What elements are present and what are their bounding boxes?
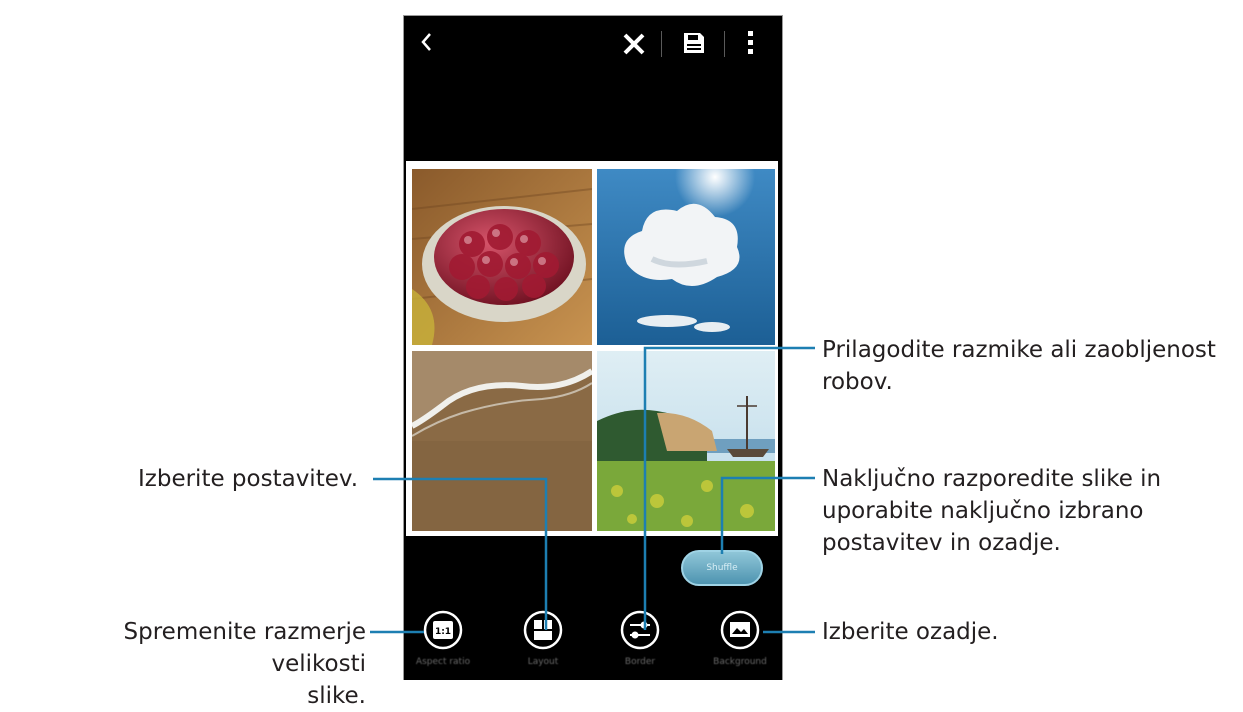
border-button[interactable]: [619, 609, 661, 651]
cloud-sky-photo[interactable]: [597, 169, 775, 345]
callout-border-line1: Prilagodite razmike ali zaobljenost: [822, 337, 1216, 363]
chevron-left-icon[interactable]: [417, 29, 435, 55]
tool-label-aspect-ratio: Aspect ratio: [415, 657, 471, 667]
coast-ship-photo[interactable]: [597, 351, 775, 531]
callout-shuffle-line3: postavitev in ozadje.: [822, 530, 1061, 556]
callout-shuffle-line2: uporabite naključno izbrano: [822, 498, 1144, 524]
tool-label-border: Border: [624, 657, 656, 667]
callout-background: Izberite ozadje.: [822, 619, 999, 645]
callout-border: Prilagodite razmike ali zaobljenost robo…: [822, 334, 1216, 398]
callout-shuffle: Naključno razporedite slike in uporabite…: [822, 463, 1161, 559]
strawberry-tart-photo[interactable]: [412, 169, 592, 345]
toolbar-divider: [724, 31, 725, 57]
layout-button[interactable]: [522, 609, 564, 651]
border-adjust-icon: [620, 610, 660, 650]
aspect-ratio-icon: 1:1: [423, 610, 463, 650]
layout-icon: [523, 610, 563, 650]
aspect-ratio-button[interactable]: 1:1: [422, 609, 464, 651]
callout-layout: Izberite postavitev.: [138, 466, 359, 492]
callout-aspect-ratio: Spremenite razmerje velikosti slike.: [36, 616, 366, 712]
background-icon: [720, 610, 760, 650]
background-button[interactable]: [719, 609, 761, 651]
beach-wave-photo[interactable]: [412, 351, 592, 531]
toolbar-divider: [661, 31, 662, 57]
svg-text:1:1: 1:1: [435, 627, 451, 637]
close-icon[interactable]: [621, 31, 647, 57]
callout-aspect-ratio-line2: slike.: [307, 683, 366, 709]
more-vertical-icon[interactable]: [745, 28, 755, 58]
collage-canvas[interactable]: [406, 161, 778, 536]
callout-shuffle-line1: Naključno razporedite slike in: [822, 466, 1162, 492]
tool-label-background: Background: [713, 657, 767, 667]
phone-screen: Shuffle 1:1 Aspect ratio Layout Border B…: [403, 15, 783, 680]
callout-aspect-ratio-line1: Spremenite razmerje velikosti: [123, 619, 366, 677]
save-icon[interactable]: [681, 30, 707, 56]
shuffle-button[interactable]: Shuffle: [681, 550, 763, 586]
tool-label-layout: Layout: [527, 657, 559, 667]
callout-border-line2: robov.: [822, 369, 893, 395]
